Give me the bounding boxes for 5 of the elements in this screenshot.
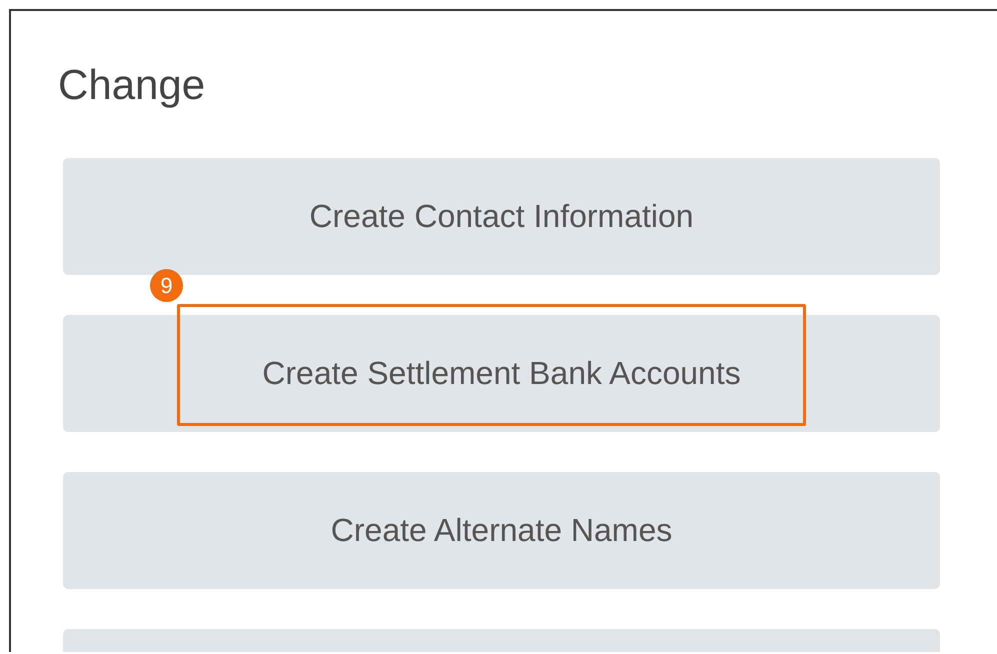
- action-button[interactable]: Create Settlement Bank Accounts: [63, 315, 940, 432]
- action-button[interactable]: Create Alternate Names: [63, 472, 940, 589]
- action-button[interactable]: Create Contact Information: [63, 158, 940, 275]
- section-title: Change: [57, 60, 206, 109]
- step-badge: 9: [150, 269, 183, 302]
